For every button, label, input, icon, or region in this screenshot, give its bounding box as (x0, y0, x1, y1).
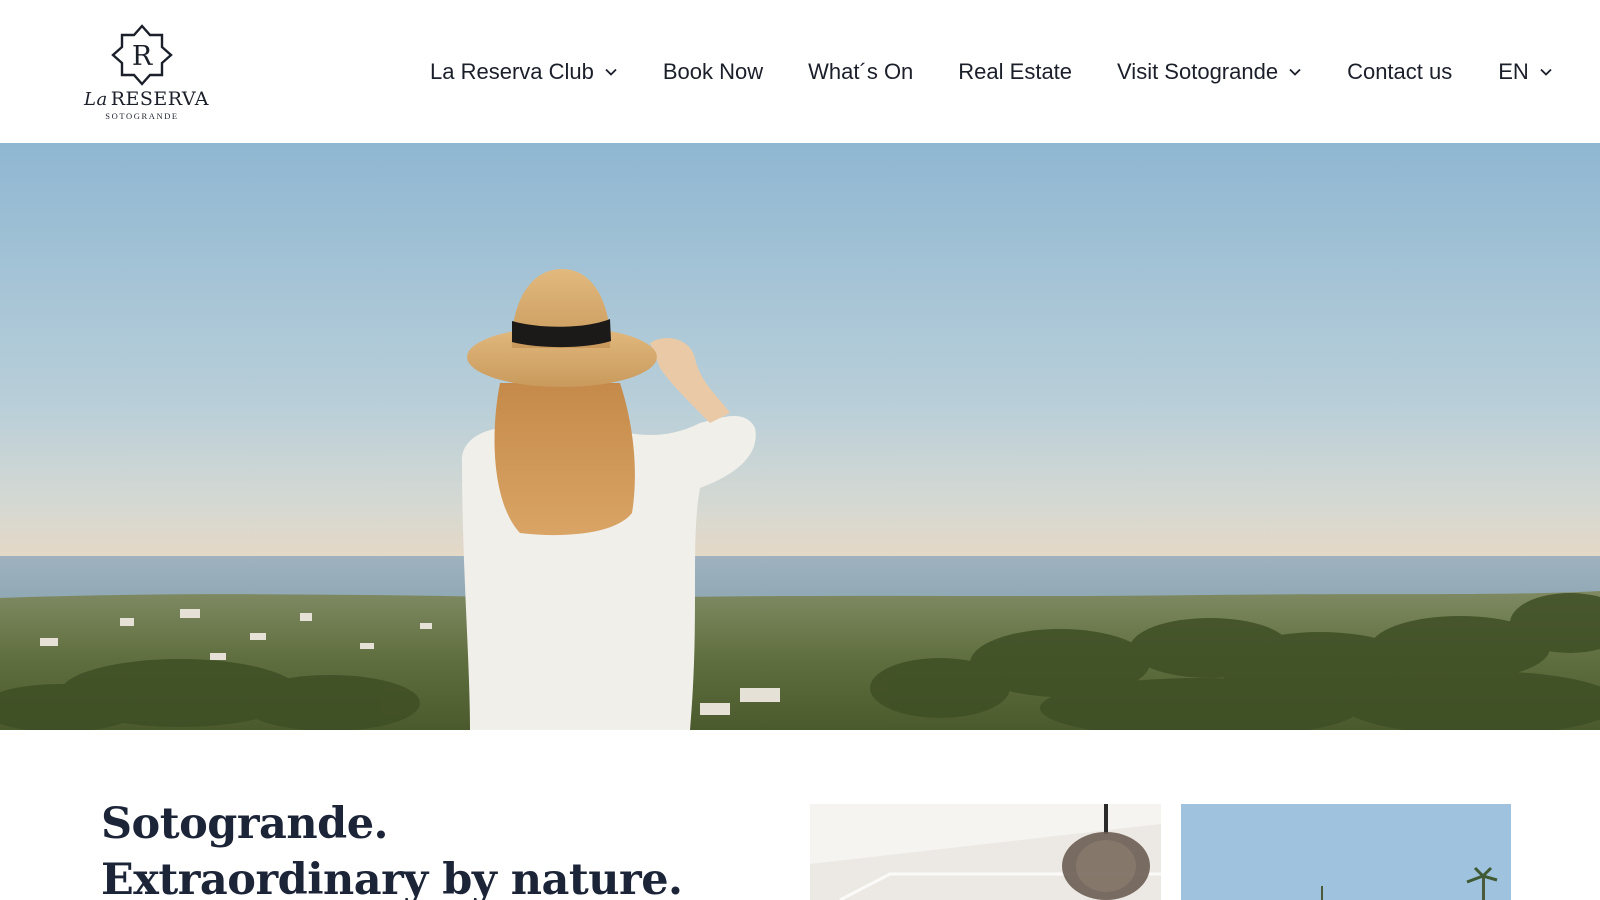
nav-item-label: Contact us (1347, 59, 1453, 84)
hero-image (0, 143, 1600, 730)
nav-item-contact-us[interactable]: Contact us (1347, 59, 1452, 85)
monogram-star-icon: R (111, 24, 173, 86)
main-nav: La Reserva Club Book Now What´s On Real … (430, 54, 1552, 90)
brand-name-main: RESERVA (110, 88, 210, 110)
nav-item-visit-sotogrande[interactable]: Visit Sotogrande (1117, 59, 1303, 85)
nav-item-label: La Reserva Club (430, 59, 594, 84)
nav-item-whats-on[interactable]: What´s On (808, 59, 913, 85)
nav-item-book-now[interactable]: Book Now (663, 59, 763, 85)
brand-subtitle: SOTOGRANDE (105, 111, 179, 121)
nav-item-label: Book Now (662, 59, 764, 84)
interior-photo (810, 804, 1161, 900)
chevron-down-icon (1540, 68, 1552, 76)
headline-line-1: Sotogrande. (101, 799, 389, 849)
brand-name: La RESERVA (84, 88, 209, 110)
brand-logo[interactable]: R La RESERVA SOTOGRANDE (84, 24, 209, 121)
headline-line-2: Extraordinary by nature. (101, 855, 683, 900)
site-header: R La RESERVA SOTOGRANDE La Reserva Club B… (0, 0, 1600, 143)
language-label: EN (1498, 59, 1529, 84)
thumbnail-interior[interactable] (810, 804, 1161, 900)
landscape-photo (1181, 804, 1511, 900)
nav-item-la-reserva-club[interactable]: La Reserva Club (430, 59, 619, 85)
nav-item-label: What´s On (808, 59, 914, 84)
language-selector[interactable]: EN (1498, 59, 1554, 85)
page-headline: Sotogrande. Extraordinary by nature. (101, 796, 683, 900)
monogram-letter: R (132, 41, 153, 72)
nav-item-real-estate[interactable]: Real Estate (958, 59, 1072, 85)
thumbnail-landscape[interactable] (1181, 804, 1511, 900)
brand-name-prefix: La (84, 89, 108, 110)
nav-item-label: Real Estate (958, 59, 1073, 84)
hero-photo (0, 143, 1600, 730)
chevron-down-icon (1289, 68, 1301, 76)
chevron-down-icon (605, 68, 617, 76)
nav-item-label: Visit Sotogrande (1117, 59, 1279, 84)
